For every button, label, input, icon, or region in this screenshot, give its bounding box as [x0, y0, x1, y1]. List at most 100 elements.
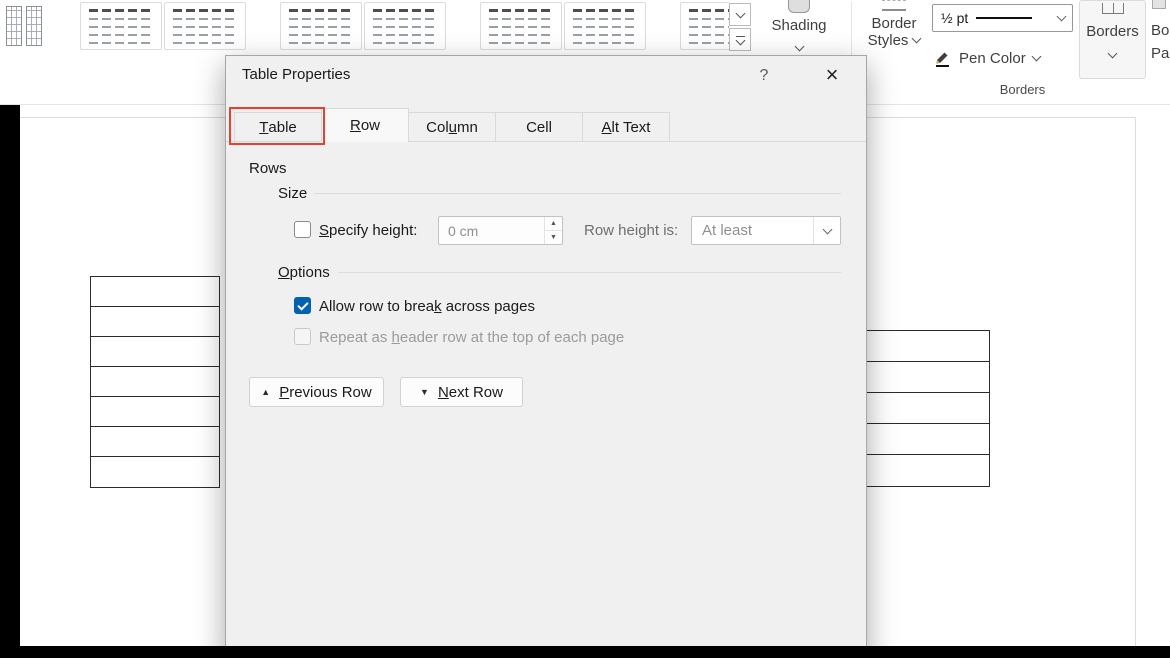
dashed-row-icon: [89, 26, 153, 28]
dashed-row-icon: [173, 18, 237, 20]
dashed-row-icon: [373, 9, 437, 12]
table-row: [91, 457, 219, 487]
specify-height-checkbox[interactable]: [294, 221, 311, 238]
line-weight-sample-icon: [976, 17, 1033, 19]
borders-dropdown-button[interactable]: Borders: [1079, 0, 1146, 79]
tab-alt-text[interactable]: Alt Text: [582, 112, 670, 141]
chevron-down-icon: [794, 41, 804, 52]
dashed-row-icon: [373, 34, 437, 36]
dashed-row-icon: [689, 42, 729, 44]
border-styles-label-1: Border: [871, 15, 917, 32]
height-value: 0 cm: [448, 222, 479, 239]
table-row: [91, 337, 219, 367]
rows-section-label: Rows: [249, 160, 287, 177]
border-styles-label-2: Styles: [867, 32, 909, 49]
repeat-header-label: Repeat as header row at the top of each …: [319, 329, 625, 346]
tab-row[interactable]: Row: [321, 108, 409, 142]
row-height-mode-dropdown: At least: [691, 216, 841, 245]
table-row: [91, 367, 219, 397]
table-style-thumbnail[interactable]: [280, 2, 362, 50]
spinner-up-icon: ▲: [544, 217, 562, 231]
dashed-row-icon: [689, 26, 729, 28]
dialog-tab-strip: Table Row Col u mn Cell Alt Text: [226, 108, 866, 142]
table-style-thumbnail[interactable]: [364, 2, 446, 50]
borders-group-label: Borders: [999, 82, 1046, 97]
allow-break-checkbox[interactable]: [294, 297, 311, 314]
dashed-row-icon: [289, 34, 353, 36]
dashed-row-icon: [573, 34, 637, 36]
help-button[interactable]: ?: [752, 64, 776, 88]
border-styles-button[interactable]: Border Styles: [858, 0, 930, 80]
close-button[interactable]: ×: [816, 60, 848, 90]
size-group-line: [314, 193, 841, 194]
left-document-table: [90, 276, 220, 488]
dashed-row-icon: [289, 9, 353, 12]
dashed-row-icon: [173, 34, 237, 36]
table-row: [91, 307, 219, 337]
table-style-thumbnail[interactable]: [80, 2, 162, 50]
dashed-row-icon: [289, 26, 353, 28]
dashed-row-icon: [373, 26, 437, 28]
pen-color-button[interactable]: Pen Color: [934, 44, 1042, 72]
table-style-thumbnail[interactable]: [564, 2, 646, 50]
dashed-row-icon: [689, 9, 729, 12]
window-bottom-edge: [0, 646, 1170, 658]
chevron-down-icon: [735, 8, 745, 18]
dashed-row-icon: [89, 9, 153, 12]
chevron-down-icon: [1107, 48, 1118, 59]
spinner-down-icon: ▼: [544, 231, 562, 244]
dashed-row-icon: [489, 9, 553, 12]
dashed-row-icon: [373, 18, 437, 20]
arrow-up-icon: ▲: [261, 387, 271, 397]
chevron-down-icon: [1031, 51, 1042, 61]
options-group-label: Options: [278, 264, 330, 281]
dashed-row-icon: [689, 34, 729, 36]
tab-column[interactable]: Col u mn: [408, 112, 496, 141]
table-row: [91, 277, 219, 307]
next-row-label: Next Row: [437, 383, 503, 401]
previous-row-label: Previous Row: [279, 383, 372, 401]
chevron-down-icon: [1056, 11, 1066, 22]
mini-table-icon: [26, 6, 42, 46]
borders-grid-icon: [1101, 3, 1124, 14]
dashed-row-icon: [173, 9, 237, 12]
page-right-edge: [1135, 117, 1136, 646]
pencil-icon: [936, 52, 949, 67]
word-window: Shading Border Styles ½ pt Pen Color Bor…: [0, 0, 1170, 658]
line-weight-combobox[interactable]: ½ pt: [932, 4, 1073, 32]
row-height-is-label: Row height is:: [584, 222, 679, 239]
border-style-sample-icon: [882, 0, 906, 11]
window-left-edge: [0, 105, 20, 658]
gallery-scroll-down-button[interactable]: [729, 3, 751, 26]
gallery-more-button[interactable]: [729, 28, 751, 51]
gallery-scroll: [729, 0, 754, 55]
table-style-thumbnail[interactable]: [164, 2, 246, 50]
table-style-thumbnail[interactable]: [480, 2, 562, 50]
shading-label: Shading: [771, 17, 827, 34]
dashed-row-icon: [489, 26, 553, 28]
repeat-header-checkbox: [294, 328, 311, 345]
dashed-row-icon: [573, 42, 637, 44]
height-spinner: 0 cm ▲ ▼: [438, 216, 563, 245]
dashed-row-icon: [689, 18, 729, 20]
size-group-label: Size: [278, 185, 308, 202]
paint-bucket-icon: [788, 0, 810, 13]
dashed-row-icon: [173, 26, 237, 28]
tab-cell[interactable]: Cell: [495, 112, 583, 141]
dashed-row-icon: [373, 42, 437, 44]
table-row: [91, 427, 219, 457]
dashed-row-icon: [89, 42, 153, 44]
pen-color-label: Pen Color: [959, 49, 1026, 67]
next-row-button[interactable]: ▼ Next Row: [400, 377, 523, 407]
dashed-row-icon: [573, 26, 637, 28]
dialog-title: Table Properties: [242, 66, 351, 83]
border-painter-button[interactable]: Bo Pa: [1151, 0, 1170, 80]
table-style-thumbnail-grid[interactable]: [2, 2, 46, 50]
dashed-row-icon: [289, 18, 353, 20]
previous-row-button[interactable]: ▲ Previous Row: [249, 377, 384, 407]
tab-table[interactable]: Table: [234, 112, 322, 141]
dashed-row-icon: [573, 18, 637, 20]
table-style-thumbnail[interactable]: [680, 2, 729, 50]
mini-table-icon: [6, 6, 22, 46]
line-weight-dropdown-button[interactable]: [1050, 5, 1072, 31]
